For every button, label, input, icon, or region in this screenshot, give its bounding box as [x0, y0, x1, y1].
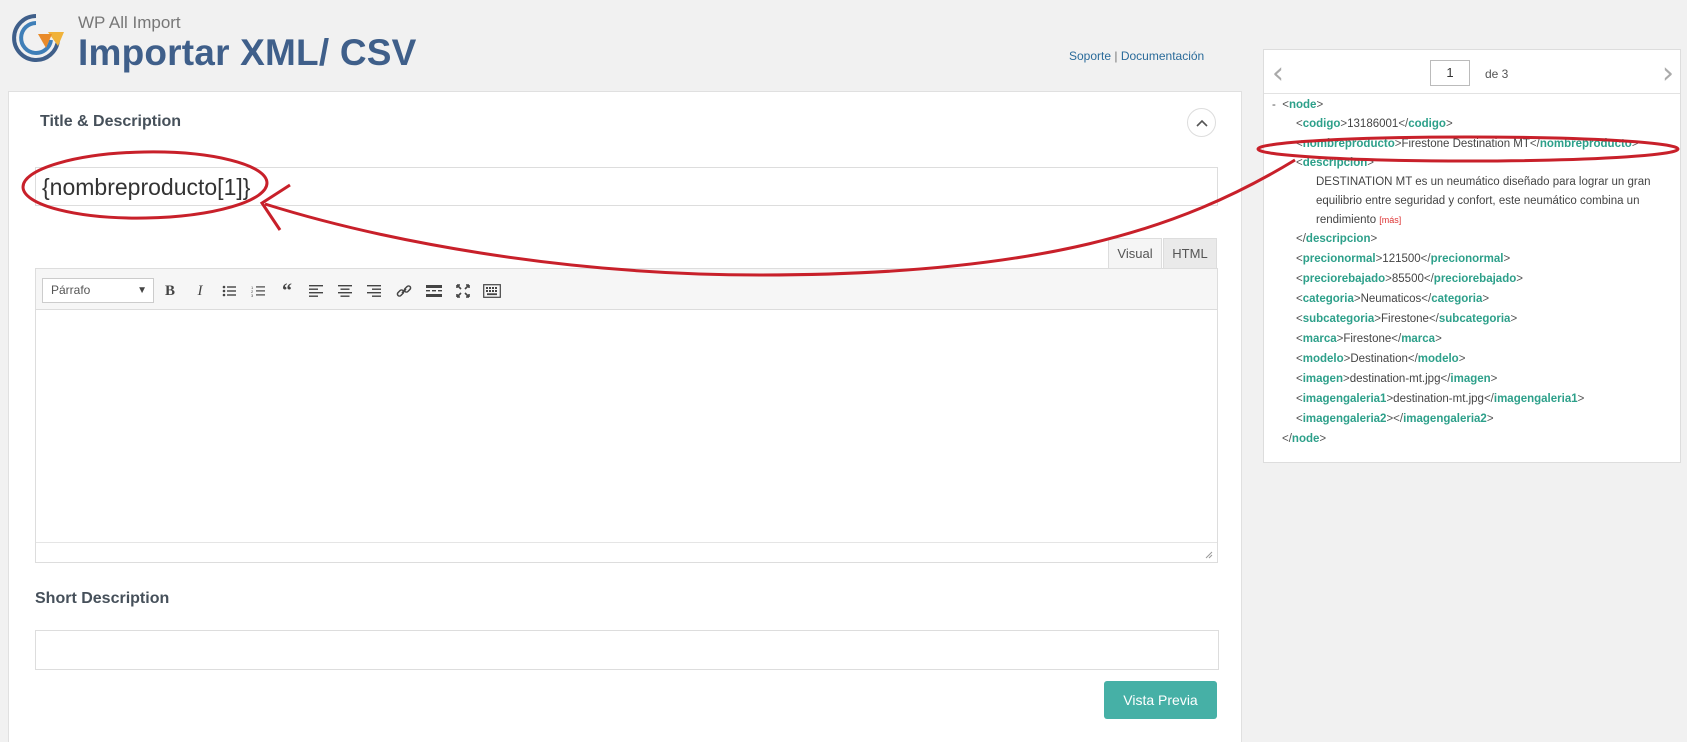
resize-handle-icon[interactable] — [1203, 549, 1213, 559]
xml-pagination: ‹ 1 de 3 › — [1264, 50, 1680, 94]
title-description-heading: Title & Description — [40, 113, 182, 130]
keyboard-icon[interactable] — [481, 281, 503, 301]
xml-descripcion-text-line-3: rendimiento [más] — [1316, 214, 1402, 226]
xml-element-subcategoria[interactable]: <subcategoria>Firestone</subcategoria> — [1296, 313, 1517, 325]
fullscreen-icon[interactable] — [452, 281, 474, 301]
title-input[interactable]: {nombreproducto[1]} — [35, 167, 1218, 206]
xml-descripcion-text-line-1: DESTINATION MT es un neumático diseñado … — [1316, 176, 1651, 188]
documentation-link[interactable]: Documentación — [1121, 49, 1204, 63]
tab-visual[interactable]: Visual — [1108, 238, 1162, 269]
xml-node-close[interactable]: </node> — [1282, 433, 1326, 445]
chevron-right-icon[interactable]: › — [1662, 56, 1674, 91]
format-select-value: Párrafo — [51, 283, 91, 297]
xml-preview-panel: ‹ 1 de 3 › - <node> <codigo>13186001</co… — [1263, 49, 1681, 463]
align-right-icon[interactable] — [363, 281, 385, 301]
page-title: Importar XML/ CSV — [78, 32, 417, 73]
description-editor: Párrafo ▼ B I 123 “ — [35, 268, 1218, 563]
svg-text:3: 3 — [251, 293, 254, 297]
tab-html[interactable]: HTML — [1163, 238, 1217, 269]
bold-icon[interactable]: B — [159, 281, 181, 301]
collapse-button[interactable] — [1187, 108, 1216, 137]
xml-element-imagengaleria1[interactable]: <imagengaleria1>destination-mt.jpg</imag… — [1296, 393, 1584, 405]
italic-icon[interactable]: I — [189, 281, 211, 301]
xml-element-descripcion-close[interactable]: </descripcion> — [1296, 233, 1377, 245]
xml-element-modelo[interactable]: <modelo>Destination</modelo> — [1296, 353, 1465, 365]
preview-button[interactable]: Vista Previa — [1104, 681, 1217, 719]
support-link[interactable]: Soporte — [1069, 49, 1111, 63]
help-links: Soporte | Documentación — [1069, 49, 1204, 63]
link-separator: | — [1114, 49, 1118, 63]
short-description-input[interactable] — [35, 630, 1219, 670]
xml-element-precionormal[interactable]: <precionormal>121500</precionormal> — [1296, 253, 1510, 265]
editor-content-area[interactable] — [36, 311, 1217, 543]
bullet-list-icon[interactable] — [218, 281, 240, 301]
read-more-icon[interactable] — [423, 281, 445, 301]
xml-element-imagengaleria2[interactable]: <imagengaleria2></imagengaleria2> — [1296, 413, 1494, 425]
record-total-label: de 3 — [1485, 67, 1509, 81]
xml-element-nombreproducto[interactable]: <nombreproducto>Firestone Destination MT… — [1296, 138, 1639, 150]
xml-element-marca[interactable]: <marca>Firestone</marca> — [1296, 333, 1442, 345]
align-left-icon[interactable] — [305, 281, 327, 301]
record-number-input[interactable]: 1 — [1430, 60, 1470, 86]
chevron-up-icon — [1195, 119, 1208, 127]
xml-node-open[interactable]: - <node> — [1272, 99, 1323, 111]
xml-element-categoria[interactable]: <categoria>Neumaticos</categoria> — [1296, 293, 1489, 305]
collapse-toggle-icon[interactable]: - — [1272, 99, 1276, 111]
link-icon[interactable] — [393, 281, 415, 301]
xml-element-descripcion-open[interactable]: <descripcion> — [1296, 157, 1374, 169]
more-link[interactable]: [más] — [1379, 215, 1401, 225]
xml-descripcion-text-line-2: equilibrio entre seguridad y confort, es… — [1316, 195, 1640, 207]
xml-element-preciorebajado[interactable]: <preciorebajado>85500</preciorebajado> — [1296, 273, 1523, 285]
editor-toolbar: Párrafo ▼ B I 123 “ — [36, 269, 1217, 310]
dropdown-caret-icon: ▼ — [137, 285, 147, 296]
blockquote-icon[interactable]: “ — [276, 280, 298, 302]
align-center-icon[interactable] — [334, 281, 356, 301]
numbered-list-icon[interactable]: 123 — [247, 281, 269, 301]
editor-status-bar — [36, 542, 1217, 562]
wp-all-import-logo-icon — [8, 10, 64, 66]
short-description-heading: Short Description — [35, 590, 170, 607]
app-name: WP All Import — [78, 13, 181, 32]
xml-element-codigo[interactable]: <codigo>13186001</codigo> — [1296, 118, 1453, 130]
chevron-left-icon[interactable]: ‹ — [1272, 56, 1284, 91]
format-select[interactable]: Párrafo ▼ — [42, 278, 154, 303]
xml-element-imagen[interactable]: <imagen>destination-mt.jpg</imagen> — [1296, 373, 1497, 385]
